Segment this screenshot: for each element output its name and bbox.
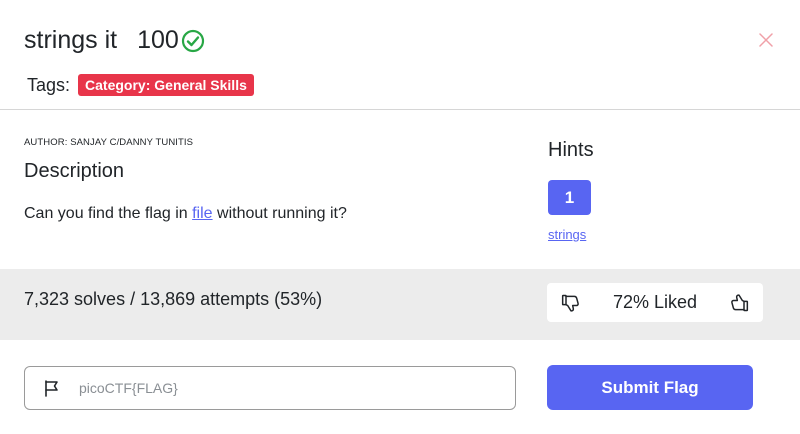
like-box: 72% Liked: [547, 283, 763, 322]
thumbs-up-icon[interactable]: [729, 293, 749, 313]
tags-label: Tags:: [27, 74, 71, 95]
description-text: Can you find the flag in file without ru…: [24, 205, 347, 223]
challenge-points: 100: [137, 26, 179, 54]
flag-input-wrapper: [24, 366, 516, 410]
solve-stats: 7,323 solves / 13,869 attempts (53%): [24, 289, 323, 309]
tags-row: Tags: Category: General Skills: [27, 74, 254, 96]
thumbs-down-icon[interactable]: [561, 293, 581, 313]
flag-input[interactable]: [79, 380, 479, 396]
description-text-after: without running it?: [212, 205, 347, 222]
check-circle-icon: [181, 29, 204, 52]
file-link[interactable]: file: [192, 205, 212, 222]
title-row: strings it 100: [24, 26, 205, 55]
category-tag[interactable]: Category: General Skills: [78, 74, 254, 96]
challenge-header: strings it 100 Tags: Category: General S…: [0, 0, 800, 110]
close-icon[interactable]: [757, 31, 775, 49]
hints-heading: Hints: [548, 139, 594, 161]
challenge-title: strings it: [24, 26, 118, 54]
liked-percentage: 72% Liked: [612, 292, 698, 312]
hint-link[interactable]: strings: [548, 227, 586, 242]
author-label: AUTHOR: SANJAY C/DANNY TUNITIS: [24, 137, 194, 148]
flag-icon: [45, 380, 58, 397]
description-heading: Description: [24, 160, 125, 182]
hint-1-button[interactable]: 1: [548, 180, 591, 215]
description-text-before: Can you find the flag in: [24, 205, 193, 222]
submit-flag-button[interactable]: Submit Flag: [547, 365, 753, 410]
